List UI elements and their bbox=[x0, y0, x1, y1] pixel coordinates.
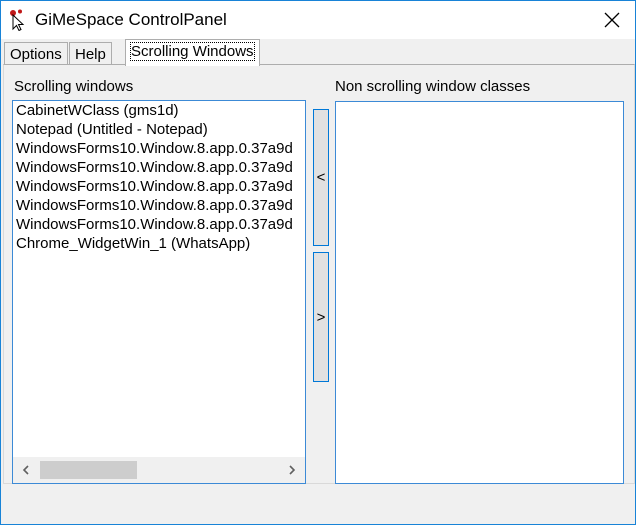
scrolling-windows-label: Scrolling windows bbox=[14, 78, 134, 95]
list-item[interactable]: CabinetWClass (gms1d) bbox=[13, 101, 305, 120]
list-item[interactable]: WindowsForms10.Window.8.app.0.37a9d bbox=[13, 215, 305, 234]
chevron-right-icon bbox=[289, 465, 296, 475]
list-items: CabinetWClass (gms1d) Notepad (Untitled -… bbox=[13, 101, 305, 457]
list-item[interactable]: WindowsForms10.Window.8.app.0.37a9d bbox=[13, 196, 305, 215]
tab-label: Scrolling Windows bbox=[130, 42, 255, 61]
list-items bbox=[336, 102, 623, 457]
list-item[interactable]: WindowsForms10.Window.8.app.0.37a9d bbox=[13, 177, 305, 196]
tab-label: Help bbox=[75, 46, 106, 63]
move-right-button[interactable]: > bbox=[313, 252, 329, 382]
scroll-right-button[interactable] bbox=[279, 457, 305, 483]
non-scrolling-classes-label: Non scrolling window classes bbox=[335, 78, 531, 95]
window-title: GiMeSpace ControlPanel bbox=[35, 10, 227, 29]
list-item[interactable]: WindowsForms10.Window.8.app.0.37a9d bbox=[13, 158, 305, 177]
list-item[interactable]: Chrome_WidgetWin_1 (WhatsApp) bbox=[13, 234, 305, 253]
list-item[interactable]: WindowsForms10.Window.8.app.0.37a9d bbox=[13, 139, 305, 158]
chevron-left-icon bbox=[22, 465, 29, 475]
tab-help[interactable]: Help bbox=[69, 42, 112, 66]
app-window: GiMeSpace ControlPanel Options Help Scro… bbox=[0, 0, 636, 525]
scrolling-windows-list[interactable]: CabinetWClass (gms1d) Notepad (Untitled -… bbox=[12, 100, 306, 484]
non-scrolling-classes-list[interactable] bbox=[335, 101, 624, 484]
tab-options[interactable]: Options bbox=[4, 42, 68, 66]
tab-strip: Options Help Scrolling Windows bbox=[1, 39, 635, 66]
close-button[interactable] bbox=[589, 1, 635, 39]
scroll-left-button[interactable] bbox=[13, 457, 39, 483]
move-left-button[interactable]: < bbox=[313, 109, 329, 246]
tab-scrolling-windows[interactable]: Scrolling Windows bbox=[125, 39, 260, 66]
title-bar[interactable]: GiMeSpace ControlPanel bbox=[1, 1, 635, 39]
close-icon bbox=[604, 12, 620, 28]
tab-label: Options bbox=[10, 46, 62, 63]
list-item[interactable]: Notepad (Untitled - Notepad) bbox=[13, 120, 305, 139]
gimespace-cursor-icon bbox=[8, 9, 28, 32]
scroll-thumb[interactable] bbox=[40, 461, 137, 479]
horizontal-scrollbar[interactable] bbox=[13, 457, 305, 483]
